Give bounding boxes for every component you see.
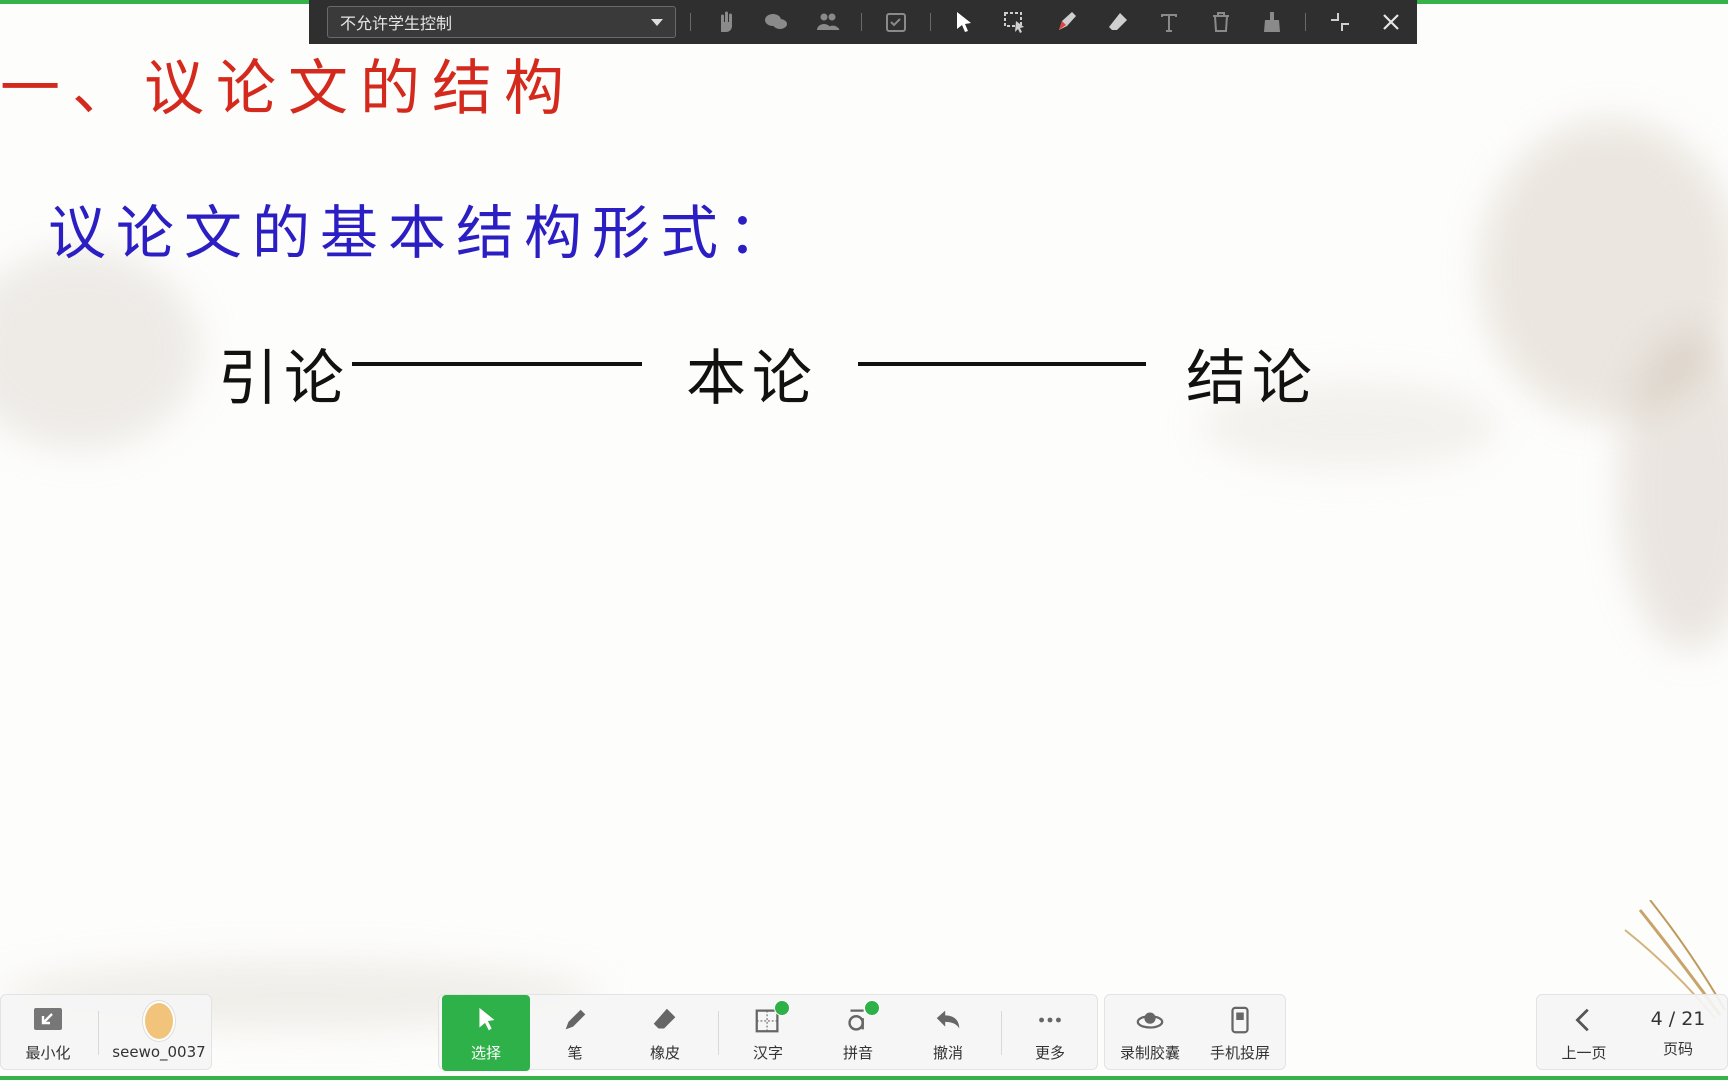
marquee-select-icon[interactable] <box>998 4 1033 40</box>
slide-title: 一、议论文的结构 <box>0 54 576 124</box>
bottom-toolbar: 最小化 seewo_0037 选择 笔 橡皮 汉字 拼音 撤消 更多 录制胶囊 … <box>0 994 1728 1076</box>
prev-page-label: 上一页 <box>1561 1043 1607 1062</box>
undo-icon <box>932 1004 964 1036</box>
pen-icon[interactable] <box>1049 4 1084 40</box>
eraser-label: 橡皮 <box>649 1043 680 1062</box>
pinyin-icon <box>842 999 880 1036</box>
minimize-button[interactable]: 最小化 <box>5 995 91 1071</box>
left-panel: 最小化 seewo_0037 <box>0 994 212 1070</box>
toolbar-divider <box>690 13 692 31</box>
download-badge-icon <box>864 999 880 1016</box>
ink-wash-decoration <box>0 250 200 450</box>
student-control-select[interactable]: 不允许学生控制 <box>327 6 677 38</box>
slide-canvas: 一、议论文的结构 议论文的基本结构形式： 引论 本论 结论 不允许学生控制 最小… <box>0 0 1728 1080</box>
phone-cast-button[interactable]: 手机投屏 <box>1197 995 1283 1071</box>
pen-button[interactable]: 笔 <box>532 995 618 1071</box>
avatar <box>143 1001 175 1041</box>
minimize-icon <box>32 1004 64 1036</box>
pinyin-label: 拼音 <box>842 1043 873 1062</box>
more-icon <box>1034 1004 1066 1036</box>
structure-part-conclusion: 结论 <box>1186 344 1318 414</box>
phone-icon <box>1224 1004 1256 1036</box>
prev-page-button[interactable]: 上一页 <box>1541 995 1627 1071</box>
pen-icon <box>559 1004 591 1036</box>
phone-cast-label: 手机投屏 <box>1209 1043 1270 1062</box>
toolbar-divider <box>1001 1011 1002 1055</box>
collapse-icon[interactable] <box>1322 4 1357 40</box>
page-label: 页码 <box>1662 1039 1693 1058</box>
toolbar-divider <box>718 1011 719 1055</box>
user-profile-button[interactable]: seewo_0037 <box>111 995 207 1071</box>
pointer-icon <box>470 1004 502 1036</box>
brush-clear-icon[interactable] <box>1254 4 1289 40</box>
tools-panel: 选择 笔 橡皮 汉字 拼音 撤消 更多 <box>438 994 1098 1071</box>
user-name: seewo_0037 <box>112 1043 206 1061</box>
capsule-icon <box>1134 1004 1166 1036</box>
page-panel: 上一页 4 / 21 页码 <box>1536 994 1728 1070</box>
more-label: 更多 <box>1034 1043 1065 1062</box>
more-button[interactable]: 更多 <box>1007 995 1093 1071</box>
group-icon[interactable] <box>810 4 845 40</box>
pointer-icon[interactable] <box>947 4 982 40</box>
eraser-icon[interactable] <box>1100 4 1135 40</box>
media-panel: 录制胶囊 手机投屏 <box>1104 994 1286 1070</box>
page-counter: 4 / 21 <box>1650 1007 1706 1030</box>
student-control-select-value: 不允许学生控制 <box>340 14 453 33</box>
toolbar-divider <box>98 1011 99 1055</box>
undo-label: 撤消 <box>932 1043 963 1062</box>
eraser-button[interactable]: 橡皮 <box>622 995 708 1071</box>
eraser-icon <box>649 1004 681 1036</box>
select-button[interactable]: 选择 <box>442 995 530 1071</box>
toolbar-divider <box>861 13 863 31</box>
page-number-button[interactable]: 4 / 21 页码 <box>1635 995 1721 1071</box>
slide-subtitle: 议论文的基本结构形式： <box>48 199 797 267</box>
discussion-icon[interactable] <box>759 4 794 40</box>
check-task-icon[interactable] <box>878 4 913 40</box>
chevron-down-icon <box>651 18 664 26</box>
window-bottom-border <box>0 1076 1728 1080</box>
text-icon[interactable] <box>1152 4 1187 40</box>
chevron-left-icon <box>1568 1004 1600 1036</box>
hanzi-label: 汉字 <box>752 1043 783 1062</box>
toolbar-divider <box>929 13 931 31</box>
select-label: 选择 <box>470 1043 501 1062</box>
record-capsule-button[interactable]: 录制胶囊 <box>1107 995 1193 1071</box>
hanzi-icon <box>752 999 790 1036</box>
download-badge-icon <box>774 999 790 1016</box>
hanzi-button[interactable]: 汉字 <box>725 995 811 1071</box>
hand-raise-icon[interactable] <box>707 4 742 40</box>
toolbar-divider <box>1305 13 1307 31</box>
structure-connector-line <box>352 362 642 366</box>
structure-part-body: 本论 <box>686 344 818 414</box>
minimize-label: 最小化 <box>25 1043 71 1062</box>
structure-connector-line <box>858 362 1146 366</box>
pinyin-button[interactable]: 拼音 <box>815 995 901 1071</box>
record-capsule-label: 录制胶囊 <box>1119 1043 1180 1062</box>
structure-part-intro: 引论 <box>218 344 350 414</box>
undo-button[interactable]: 撤消 <box>905 995 991 1071</box>
trash-icon[interactable] <box>1203 4 1238 40</box>
pen-label: 笔 <box>567 1043 583 1062</box>
close-icon[interactable] <box>1374 4 1409 40</box>
annotation-toolbar: 不允许学生控制 <box>309 0 1417 44</box>
